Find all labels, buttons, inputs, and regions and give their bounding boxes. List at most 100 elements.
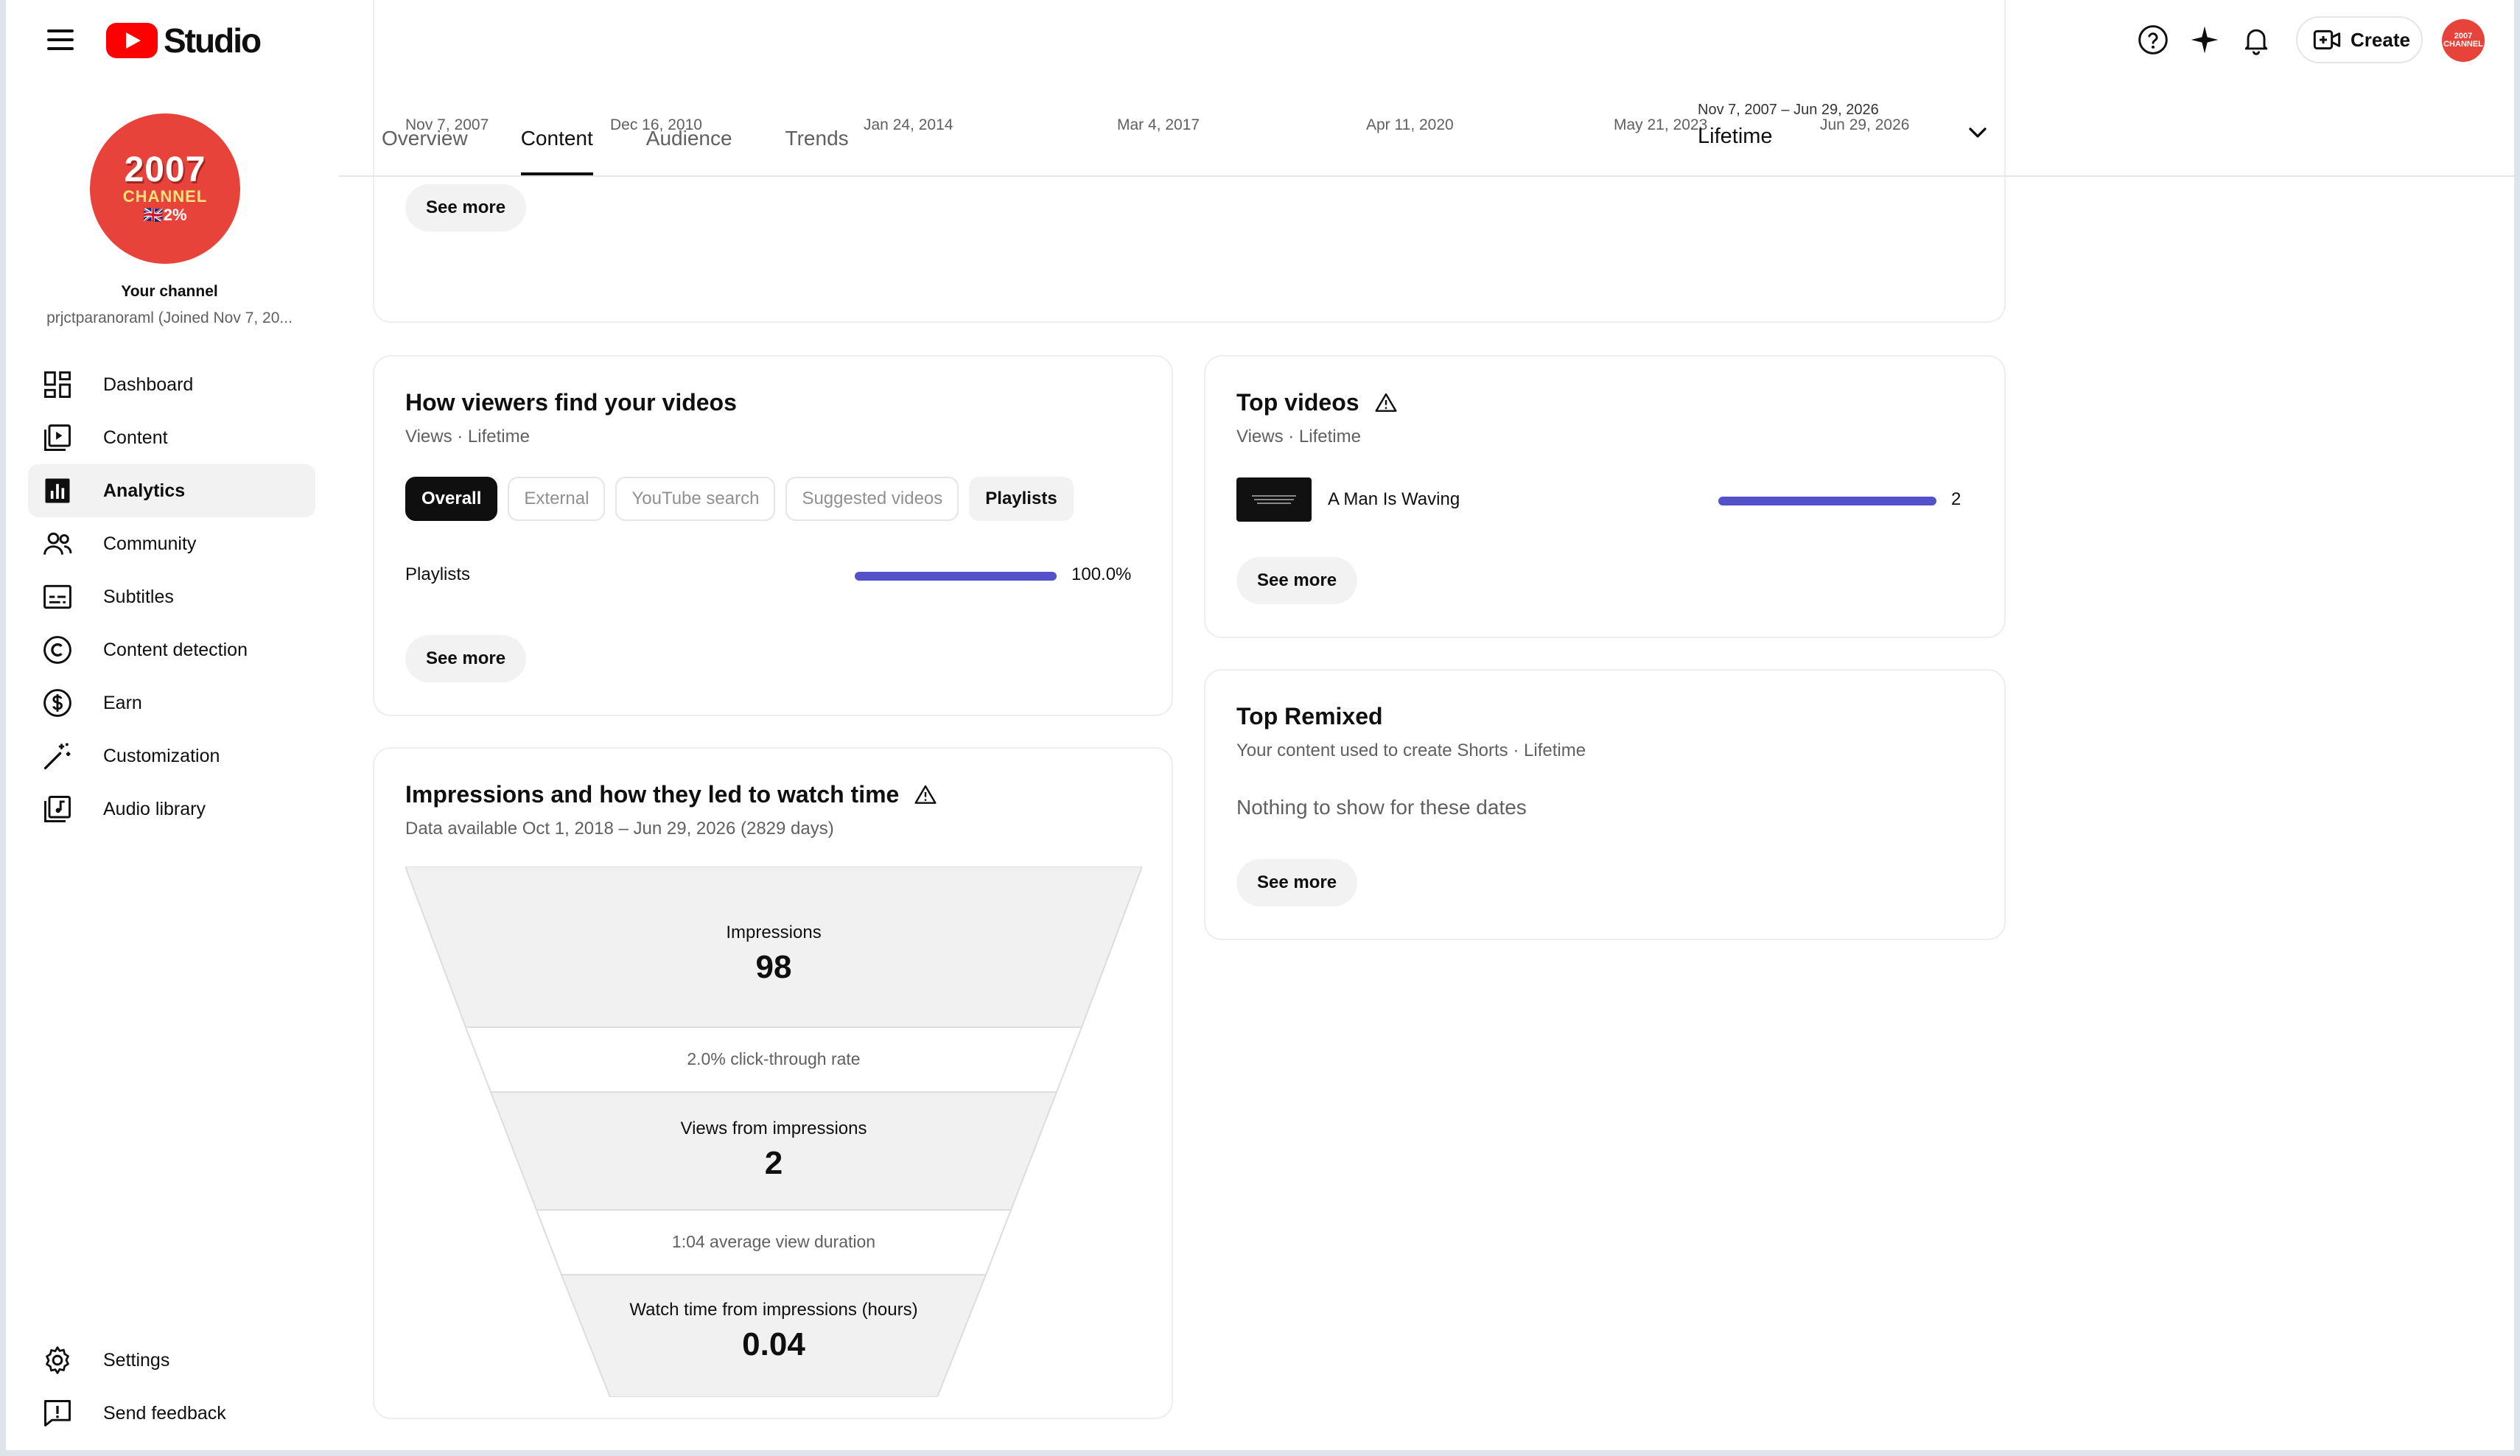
sparkle-icon[interactable]	[2185, 21, 2224, 59]
funnel-impressions: Impressions 98	[405, 923, 1142, 986]
watch-time-label: Watch time from impressions (hours)	[629, 1300, 918, 1320]
sidebar-item-content[interactable]: Content	[28, 411, 315, 464]
sidebar-item-label: Community	[103, 533, 197, 554]
traffic-chip-row: Overall External YouTube search Suggeste…	[405, 477, 1141, 521]
card-title: How viewers find your videos	[405, 389, 737, 416]
sidebar-item-send-feedback[interactable]: Send feedback	[28, 1387, 315, 1440]
subtitles-icon	[43, 584, 71, 609]
sidebar-item-analytics[interactable]: Analytics	[28, 464, 315, 517]
sidebar-item-content-detection[interactable]: Content detection	[28, 623, 315, 676]
create-button[interactable]: Create	[2296, 16, 2423, 63]
tabs-divider	[339, 175, 2514, 177]
sidebar-bottom-nav: Settings Send feedback	[28, 1334, 315, 1440]
chip-playlists[interactable]: Playlists	[969, 477, 1074, 521]
sidebar-item-settings[interactable]: Settings	[28, 1334, 315, 1387]
empty-state-text: Nothing to show for these dates	[1236, 796, 1527, 819]
chip-suggested-videos[interactable]: Suggested videos	[785, 477, 959, 521]
card-subtitle: Views · Lifetime	[1236, 427, 1361, 447]
account-avatar[interactable]: 2007 CHANNEL	[2442, 19, 2485, 62]
community-icon	[43, 532, 72, 555]
impressions-label: Impressions	[726, 923, 822, 942]
tab-content[interactable]: Content	[520, 127, 593, 175]
impressions-value: 98	[755, 949, 792, 985]
help-icon[interactable]	[2134, 21, 2172, 59]
top-videos-card: Top videos Views · Lifetime A Man Is Wav…	[1204, 355, 2006, 638]
card-subtitle: Data available Oct 1, 2018 – Jun 29, 202…	[405, 819, 834, 839]
date-range-picker[interactable]: Nov 7, 2007 – Jun 29, 2026 Lifetime	[1698, 102, 2007, 161]
video-title-link[interactable]: A Man Is Waving	[1328, 489, 1460, 510]
sidebar-item-audio-library[interactable]: Audio library	[28, 783, 315, 836]
ctr-text: 2.0% click-through rate	[687, 1049, 861, 1068]
warning-icon[interactable]	[914, 783, 937, 807]
traffic-source-card: How viewers find your videos Views · Lif…	[373, 355, 1173, 716]
impressions-funnel: Impressions 98 2.0% click-through rate V…	[405, 867, 1142, 1397]
card-subtitle: Views · Lifetime	[405, 427, 530, 447]
top-remixed-card: Top Remixed Your content used to create …	[1204, 669, 2006, 940]
x-tick-label: Apr 11, 2020	[1366, 116, 1454, 133]
chip-youtube-search[interactable]: YouTube search	[615, 477, 776, 521]
card-title: Impressions and how they led to watch ti…	[405, 781, 900, 808]
analytics-tabs: Overview Content Audience Trends	[382, 127, 849, 175]
warning-icon[interactable]	[1374, 391, 1398, 415]
see-more-button[interactable]: See more	[1236, 557, 1358, 604]
sidebar-item-earn[interactable]: Earn	[28, 676, 315, 729]
magic-wand-icon	[43, 743, 71, 770]
card-title: Top videos	[1236, 389, 1359, 416]
video-thumbnail[interactable]	[1236, 477, 1312, 522]
sidebar-item-label: Send feedback	[103, 1402, 226, 1424]
sidebar-item-label: Subtitles	[103, 586, 174, 607]
channel-avatar[interactable]: 2007 CHANNEL 🇬🇧2%	[90, 113, 240, 264]
card-title: Top Remixed	[1236, 703, 1383, 729]
create-video-icon	[2313, 29, 2341, 50]
audio-library-icon	[44, 796, 71, 822]
youtube-play-icon	[106, 23, 158, 58]
traffic-row-bar	[855, 572, 1057, 581]
channel-handle: prjctparanoraml (Joined Nov 7, 20...	[46, 309, 293, 326]
watch-time-value: 0.04	[742, 1326, 805, 1362]
tab-audience[interactable]: Audience	[646, 127, 732, 175]
chip-external[interactable]: External	[508, 477, 606, 521]
hamburger-menu-icon[interactable]	[38, 22, 83, 57]
logo-text: Studio	[164, 21, 262, 60]
sidebar-item-subtitles[interactable]: Subtitles	[28, 570, 315, 623]
youtube-studio-logo[interactable]: Studio	[106, 21, 262, 60]
sidebar-item-dashboard[interactable]: Dashboard	[28, 358, 315, 411]
avd-text: 1:04 average view duration	[671, 1232, 876, 1251]
chip-overall[interactable]: Overall	[405, 477, 498, 521]
sidebar-item-community[interactable]: Community	[28, 517, 315, 570]
your-channel-label: Your channel	[121, 283, 218, 300]
video-views-bar-fill	[1718, 497, 1936, 505]
views-label: Views from impressions	[680, 1119, 867, 1138]
traffic-row-label: Playlists	[405, 564, 471, 584]
channel-avatar-name: CHANNEL	[122, 186, 208, 206]
impressions-funnel-card: Impressions and how they led to watch ti…	[373, 747, 1173, 1419]
sidebar-item-label: Analytics	[103, 480, 186, 501]
notifications-bell-icon[interactable]	[2237, 21, 2275, 59]
funnel-watch-time: Watch time from impressions (hours) 0.04	[405, 1300, 1142, 1363]
x-tick-label: Jan 24, 2014	[864, 116, 953, 133]
see-more-button[interactable]: See more	[405, 635, 527, 682]
sidebar-item-customization[interactable]: Customization	[28, 729, 315, 783]
analytics-icon	[45, 478, 70, 503]
views-value: 2	[764, 1145, 783, 1181]
sidebar-item-label: Audio library	[103, 798, 206, 819]
funnel-views: Views from impressions 2	[405, 1119, 1142, 1182]
tab-trends[interactable]: Trends	[785, 127, 849, 175]
traffic-row-value: 100.0%	[1071, 564, 1132, 584]
x-tick-label: Mar 4, 2017	[1117, 116, 1200, 133]
sidebar-item-label: Dashboard	[103, 374, 194, 395]
video-views-value: 2	[1951, 489, 1961, 509]
see-more-button[interactable]: See more	[405, 184, 527, 231]
gear-icon	[46, 1346, 69, 1374]
tab-overview[interactable]: Overview	[382, 127, 468, 175]
card-subtitle: Your content used to create Shorts · Lif…	[1236, 741, 1586, 760]
date-range-label: Lifetime	[1698, 125, 1773, 148]
channel-avatar-year: 2007	[124, 150, 206, 189]
dollar-icon	[43, 689, 71, 717]
see-more-button[interactable]: See more	[1236, 859, 1358, 906]
card-title-row: Impressions and how they led to watch ti…	[405, 781, 1141, 808]
sidebar-item-label: Content detection	[103, 639, 248, 660]
content-icon	[44, 424, 71, 451]
channel-avatar-tag: 🇬🇧2%	[143, 205, 187, 224]
create-label: Create	[2351, 28, 2410, 51]
